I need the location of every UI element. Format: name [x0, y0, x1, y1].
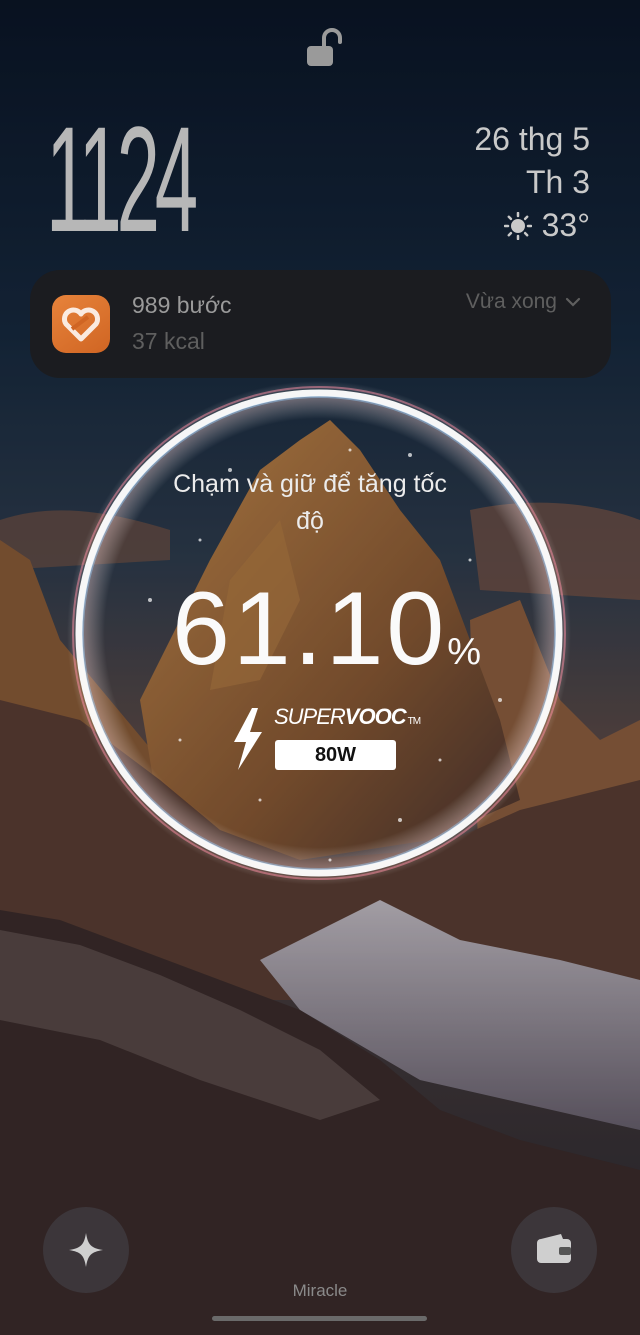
- date-weather-widget[interactable]: 26 thg 5 Th 3 33°: [474, 118, 590, 247]
- charging-hint[interactable]: Chạm và giữ để tăng tốc độ: [160, 466, 460, 540]
- date-label: 26 thg 5: [474, 121, 590, 157]
- supervooc-super: SUPER: [274, 704, 346, 729]
- supervooc-badge: SUPERVOOC TM 80W: [228, 704, 428, 774]
- notification-subtitle: 37 kcal: [132, 328, 205, 354]
- supervooc-tm: TM: [407, 716, 421, 727]
- sparkle-icon: [69, 1233, 103, 1267]
- notification-time-label: Vừa xong: [465, 290, 557, 313]
- notification-time[interactable]: Vừa xong: [466, 290, 581, 314]
- battery-percent-value: 61.10: [172, 571, 448, 687]
- bottom-label: Miracle: [292, 1281, 348, 1300]
- health-notification-card[interactable]: 989 bước 37 kcal Vừa xong: [30, 270, 611, 378]
- sun-icon: [503, 211, 532, 240]
- weekday-label: Th 3: [525, 164, 590, 200]
- battery-percent-sign: %: [447, 631, 482, 673]
- lockscreen-clock: 1124: [46, 95, 198, 263]
- notification-title: 989 bước: [132, 292, 232, 318]
- home-indicator[interactable]: [212, 1316, 427, 1321]
- lightning-bolt-icon: [234, 708, 262, 770]
- supervooc-vooc: VOOC: [344, 704, 407, 729]
- battery-percent: 61.10%: [172, 570, 481, 689]
- temperature-label: 33°: [541, 207, 590, 243]
- chevron-down-icon: [565, 297, 581, 307]
- clock-time: 1124: [46, 95, 198, 263]
- weather-row: 33°: [474, 204, 590, 247]
- wattage-label: 80W: [275, 740, 396, 770]
- unlock-icon[interactable]: [300, 26, 346, 72]
- supervooc-wordmark: SUPERVOOC TM: [274, 704, 421, 730]
- health-app-icon: [52, 295, 110, 353]
- wallet-icon: [537, 1234, 571, 1263]
